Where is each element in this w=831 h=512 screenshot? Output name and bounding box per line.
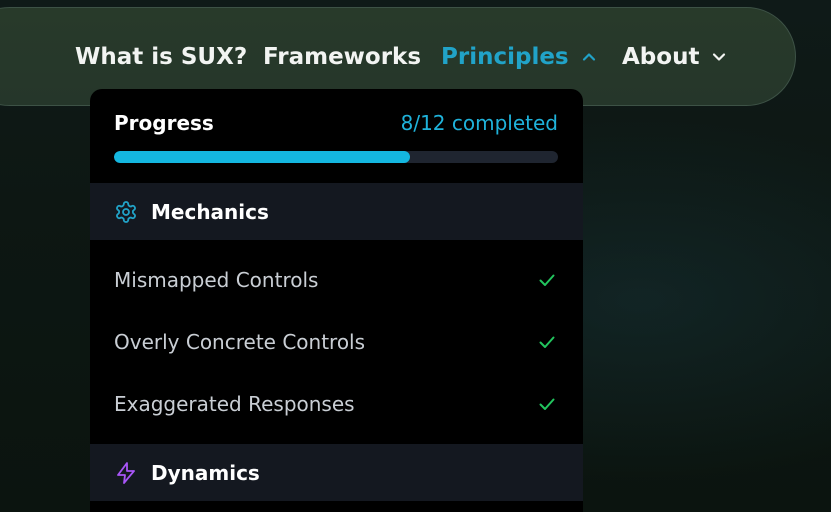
nav-item-label: What is SUX? xyxy=(75,44,248,70)
page: What is SUX? Frameworks Principles About… xyxy=(0,0,831,512)
principle-item-label: Overly Concrete Controls xyxy=(114,330,366,354)
progress-count: 8/12 completed xyxy=(400,111,558,135)
nav-item-frameworks[interactable]: Frameworks xyxy=(263,42,421,72)
chevron-up-icon xyxy=(582,53,595,61)
section-title: Dynamics xyxy=(151,460,260,485)
progress-label: Progress xyxy=(114,111,214,135)
section-title: Mechanics xyxy=(151,199,269,224)
nav-item-what-is-sux[interactable]: What is SUX? xyxy=(75,42,247,72)
section-header-dynamics: Dynamics xyxy=(90,444,583,501)
progress-bar xyxy=(114,151,558,163)
nav-item-label: Frameworks xyxy=(263,44,422,70)
nav-item-label: Principles xyxy=(441,44,569,70)
section-header-mechanics: Mechanics xyxy=(90,183,583,240)
lightning-icon xyxy=(117,461,135,484)
principle-item-exaggerated-responses[interactable]: Exaggerated Responses xyxy=(90,373,583,435)
checkmark-icon xyxy=(539,398,555,410)
principle-item-label: Exaggerated Responses xyxy=(114,392,355,416)
nav-item-label: About xyxy=(622,44,700,70)
principles-dropdown-menu: Progress 8/12 completed Mechanics Mismap… xyxy=(90,89,583,512)
principle-item-label: Mismapped Controls xyxy=(114,268,319,292)
nav-item-about[interactable]: About xyxy=(622,42,727,72)
checkmark-icon xyxy=(539,274,555,286)
nav-item-principles[interactable]: Principles xyxy=(441,42,597,72)
gear-icon xyxy=(116,200,136,223)
progress-bar-fill xyxy=(114,151,410,163)
principle-item-overly-concrete-controls[interactable]: Overly Concrete Controls xyxy=(90,311,583,373)
chevron-down-icon xyxy=(713,53,726,61)
principle-item-mismapped-controls[interactable]: Mismapped Controls xyxy=(90,249,583,311)
checkmark-icon xyxy=(539,336,555,348)
